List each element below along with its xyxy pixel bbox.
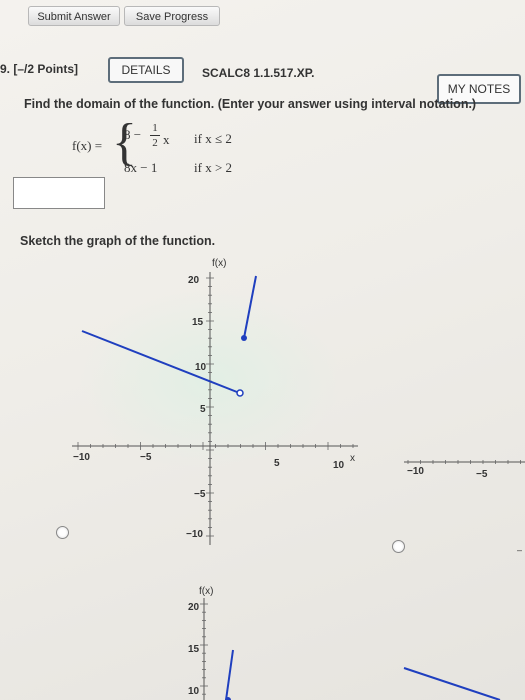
- x-tick-label: −5: [140, 452, 152, 463]
- right-x-tick-label: −10: [407, 466, 424, 477]
- graph-option-1-radio[interactable]: [56, 526, 69, 539]
- right-edge-mark: –: [517, 545, 522, 555]
- lower-y-tick-label: 15: [188, 644, 200, 655]
- lower-y-tick-label: 20: [188, 602, 200, 613]
- main-y-axis-label: f(x): [212, 258, 226, 269]
- y-tick-label: −10: [186, 529, 203, 540]
- x-tick-label: 5: [274, 458, 280, 469]
- graphs-canvas: f(x) x −10 −5 5 10 20 15 10 5 −5 −10 −10…: [72, 258, 525, 700]
- open-endpoint-circle: [236, 389, 244, 397]
- y-tick-label: 20: [188, 275, 200, 286]
- lower-y-tick-label: 10: [188, 686, 200, 697]
- right-x-tick-label: −5: [476, 469, 488, 480]
- y-tick-label: 15: [192, 317, 204, 328]
- x-tick-label: −10: [73, 452, 90, 463]
- y-tick-label: −5: [194, 489, 206, 500]
- lower-y-axis-label: f(x): [199, 586, 213, 597]
- y-tick-label: 5: [200, 404, 206, 415]
- x-tick-label: 10: [333, 460, 345, 471]
- graph-option-2-radio[interactable]: [392, 540, 405, 553]
- y-tick-label: 10: [195, 362, 207, 373]
- right-piece1-line: [403, 667, 501, 700]
- lower-piece2-line: [225, 649, 234, 700]
- main-x-axis-label: x: [350, 453, 355, 464]
- filled-endpoint-circle: [241, 335, 247, 341]
